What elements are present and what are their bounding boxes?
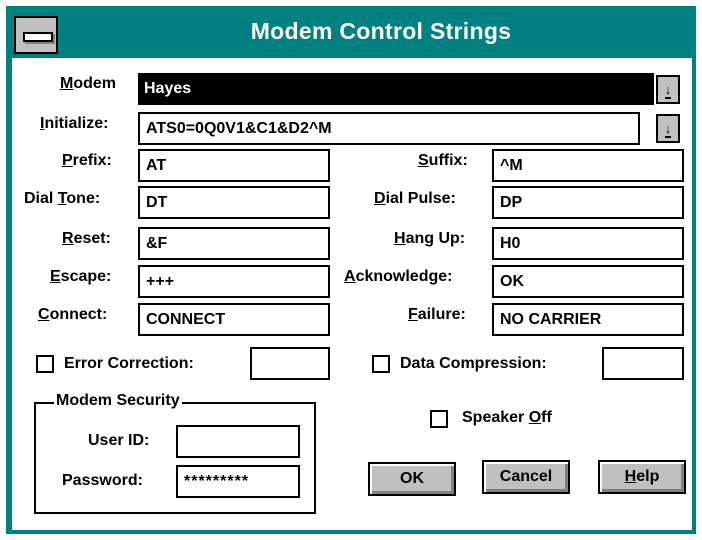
acknowledge-field[interactable]: OK	[492, 265, 684, 298]
connect-label: Connect:	[38, 306, 108, 323]
error-correction-field[interactable]	[250, 347, 330, 380]
hang-up-field[interactable]: H0	[492, 227, 684, 260]
password-field[interactable]: *********	[176, 465, 300, 498]
user-id-label: User ID:	[88, 432, 150, 449]
failure-label: Failure:	[408, 306, 466, 323]
dial-pulse-field[interactable]: DP	[492, 186, 684, 219]
escape-label: Escape:	[50, 268, 112, 285]
reset-field[interactable]: &F	[138, 227, 330, 260]
prefix-field[interactable]: AT	[138, 149, 330, 182]
window-title: Modem Control Strings	[250, 18, 512, 44]
password-label: Password:	[62, 472, 143, 489]
error-correction-checkbox[interactable]	[36, 355, 54, 373]
user-id-field[interactable]	[176, 425, 300, 458]
reset-label: Reset:	[62, 230, 111, 247]
data-compression-field[interactable]	[602, 347, 684, 380]
initialize-label: Initialize:	[40, 115, 109, 132]
help-button[interactable]: Help	[598, 460, 686, 494]
ok-button[interactable]: OK	[368, 462, 456, 496]
error-correction-label: Error Correction:	[64, 355, 194, 372]
prefix-label: Prefix:	[62, 152, 112, 169]
speaker-off-checkbox[interactable]	[430, 410, 448, 428]
system-menu-icon[interactable]	[14, 16, 58, 54]
data-compression-label: Data Compression:	[400, 355, 547, 372]
failure-field[interactable]: NO CARRIER	[492, 303, 684, 336]
dial-tone-field[interactable]: DT	[138, 186, 330, 219]
dropdown-arrow-icon[interactable]: ↓	[656, 75, 680, 104]
data-compression-checkbox[interactable]	[372, 355, 390, 373]
speaker-off-label: Speaker Off	[462, 409, 552, 426]
modem-security-title: Modem Security	[54, 392, 182, 410]
suffix-label: Suffix:	[418, 152, 468, 169]
escape-field[interactable]: +++	[138, 265, 330, 298]
suffix-field[interactable]: ^M	[492, 149, 684, 182]
connect-field[interactable]: CONNECT	[138, 303, 330, 336]
initialize-field[interactable]: ATS0=0Q0V1&C1&D2^M	[138, 112, 640, 145]
hang-up-label: Hang Up:	[394, 230, 466, 247]
acknowledge-label: Acknowledge:	[344, 268, 453, 285]
dial-pulse-label: Dial Pulse:	[374, 190, 456, 207]
modem-combo-value[interactable]: Hayes	[138, 73, 654, 105]
modem-label: Modem	[60, 75, 116, 92]
dropdown-arrow-icon[interactable]: ↓	[656, 114, 680, 143]
cancel-button[interactable]: Cancel	[482, 460, 570, 494]
dial-tone-label: Dial Tone:	[24, 190, 101, 207]
